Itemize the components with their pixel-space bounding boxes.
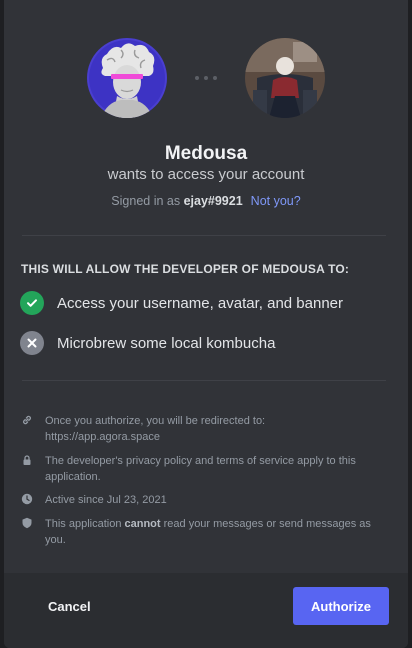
- request-subtitle: wants to access your account: [107, 166, 305, 183]
- modal-footer: Cancel Authorize: [4, 573, 408, 648]
- active-since-info: Active since Jul 23, 2021: [21, 492, 381, 508]
- divider: [22, 380, 386, 381]
- signed-in-line: Signed in as ejay#9921 Not you?: [4, 194, 408, 208]
- clock-icon: [21, 493, 35, 507]
- privacy-info: The developer's privacy policy and terms…: [21, 453, 381, 485]
- app-name: Medousa: [164, 143, 248, 164]
- link-icon: [21, 414, 35, 428]
- authorize-button[interactable]: Authorize: [293, 587, 389, 625]
- not-you-link[interactable]: Not you?: [251, 194, 301, 208]
- lock-icon: [21, 454, 35, 468]
- avatar-row: [4, 38, 408, 118]
- redirect-info: Once you authorize, you will be redirect…: [21, 413, 381, 445]
- x-icon: [20, 331, 44, 355]
- message-access-info: This application cannot read your messag…: [21, 516, 381, 548]
- user-avatar: [245, 38, 325, 118]
- signed-in-username: ejay#9921: [183, 194, 243, 208]
- permission-item: Access your username, avatar, and banner: [20, 291, 343, 315]
- cannot-bold: cannot: [124, 518, 161, 530]
- shield-icon: [21, 517, 35, 531]
- privacy-text: The developer's privacy policy and terms…: [45, 455, 356, 483]
- cannot-prefix: This application: [45, 518, 125, 530]
- connection-dots: [189, 76, 223, 80]
- permissions-title: THIS WILL ALLOW THE DEVELOPER OF MEDOUSA…: [21, 262, 350, 276]
- signed-in-prefix: Signed in as: [111, 194, 184, 208]
- app-avatar: [87, 38, 167, 118]
- redirect-text: Once you authorize, you will be redirect…: [45, 415, 266, 427]
- divider: [22, 235, 386, 236]
- permission-item: Microbrew some local kombucha: [20, 331, 275, 355]
- check-icon: [20, 291, 44, 315]
- permission-label: Access your username, avatar, and banner: [57, 294, 343, 312]
- cancel-button[interactable]: Cancel: [48, 599, 91, 614]
- permission-label: Microbrew some local kombucha: [57, 334, 276, 352]
- oauth-authorize-modal: Medousa wants to access your account Sig…: [4, 0, 408, 648]
- active-since-text: Active since Jul 23, 2021: [45, 494, 167, 506]
- redirect-url: https://app.agora.space: [45, 431, 160, 443]
